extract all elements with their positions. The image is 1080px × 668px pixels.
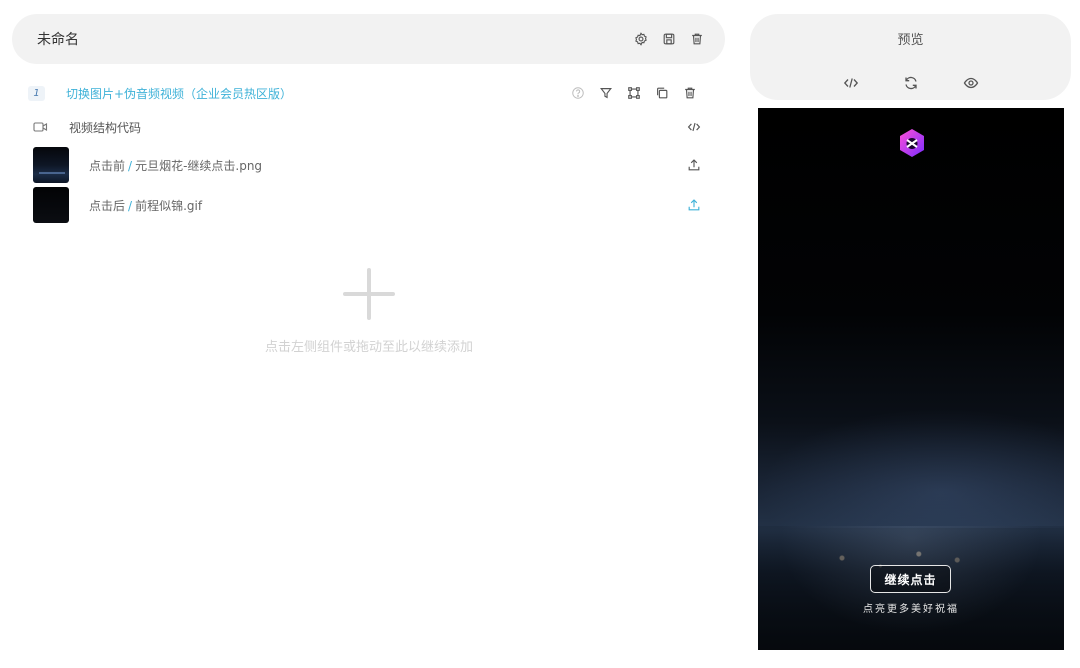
component-toolbar (564, 82, 704, 104)
file-row-after: 点击后 / 前程似锦.gif (33, 187, 704, 223)
refresh-icon[interactable] (896, 71, 926, 95)
component-index: 1 (28, 85, 45, 101)
preview-toolbar (750, 71, 1071, 95)
brand-logo-icon (898, 128, 926, 160)
preview-title: 预览 (897, 33, 924, 48)
video-structure-section: 视频结构代码 (33, 118, 704, 136)
file-name-after: 点击后 / 前程似锦.gif (89, 197, 684, 214)
code-icon[interactable] (836, 71, 866, 95)
file-name-before: 点击前 / 元旦烟花-继续点击.png (89, 157, 684, 174)
trash-icon[interactable] (683, 25, 711, 53)
code-icon[interactable] (684, 118, 704, 136)
file-name-text: 前程似锦.gif (135, 198, 203, 213)
document-title[interactable]: 未命名 (37, 29, 627, 49)
path-separator: / (128, 198, 133, 213)
path-separator: / (128, 158, 133, 173)
upload-icon[interactable] (684, 155, 704, 175)
delete-component-icon[interactable] (676, 82, 704, 104)
phone-preview: 继续点击 点亮更多美好祝福 (758, 108, 1064, 650)
plus-icon[interactable] (343, 268, 395, 320)
file-state-label: 点击后 (89, 198, 126, 213)
thumbnail-before[interactable] (33, 147, 69, 183)
filter-icon[interactable] (592, 82, 620, 104)
continue-click-button[interactable]: 继续点击 (870, 565, 951, 593)
copy-icon[interactable] (648, 82, 676, 104)
save-icon[interactable] (655, 25, 683, 53)
component-header[interactable]: 1 切换图片+伪音频视频（企业会员热区版） (28, 82, 704, 104)
upload-icon[interactable] (684, 195, 704, 215)
preview-header: 预览 (750, 14, 1071, 100)
thumbnail-after[interactable] (33, 187, 69, 223)
sky-glow (758, 408, 1064, 528)
help-icon[interactable] (564, 82, 592, 104)
file-state-label: 点击前 (89, 158, 126, 173)
settings-icon[interactable] (627, 25, 655, 53)
editor-title-bar: 未命名 (12, 14, 725, 64)
crop-icon[interactable] (620, 82, 648, 104)
file-name-text: 元旦烟花-继续点击.png (135, 158, 263, 173)
empty-hint: 点击左侧组件或拖动至此以继续添加 (264, 340, 473, 355)
eye-icon[interactable] (956, 71, 986, 95)
add-component-dropzone[interactable]: 点击左侧组件或拖动至此以继续添加 (263, 268, 475, 358)
section-label: 视频结构代码 (69, 120, 142, 135)
video-camera-icon (33, 121, 48, 133)
file-row-before: 点击前 / 元旦烟花-继续点击.png (33, 147, 704, 183)
cta-subtitle: 点亮更多美好祝福 (863, 604, 959, 615)
component-title[interactable]: 切换图片+伪音频视频（企业会员热区版） (66, 85, 564, 102)
